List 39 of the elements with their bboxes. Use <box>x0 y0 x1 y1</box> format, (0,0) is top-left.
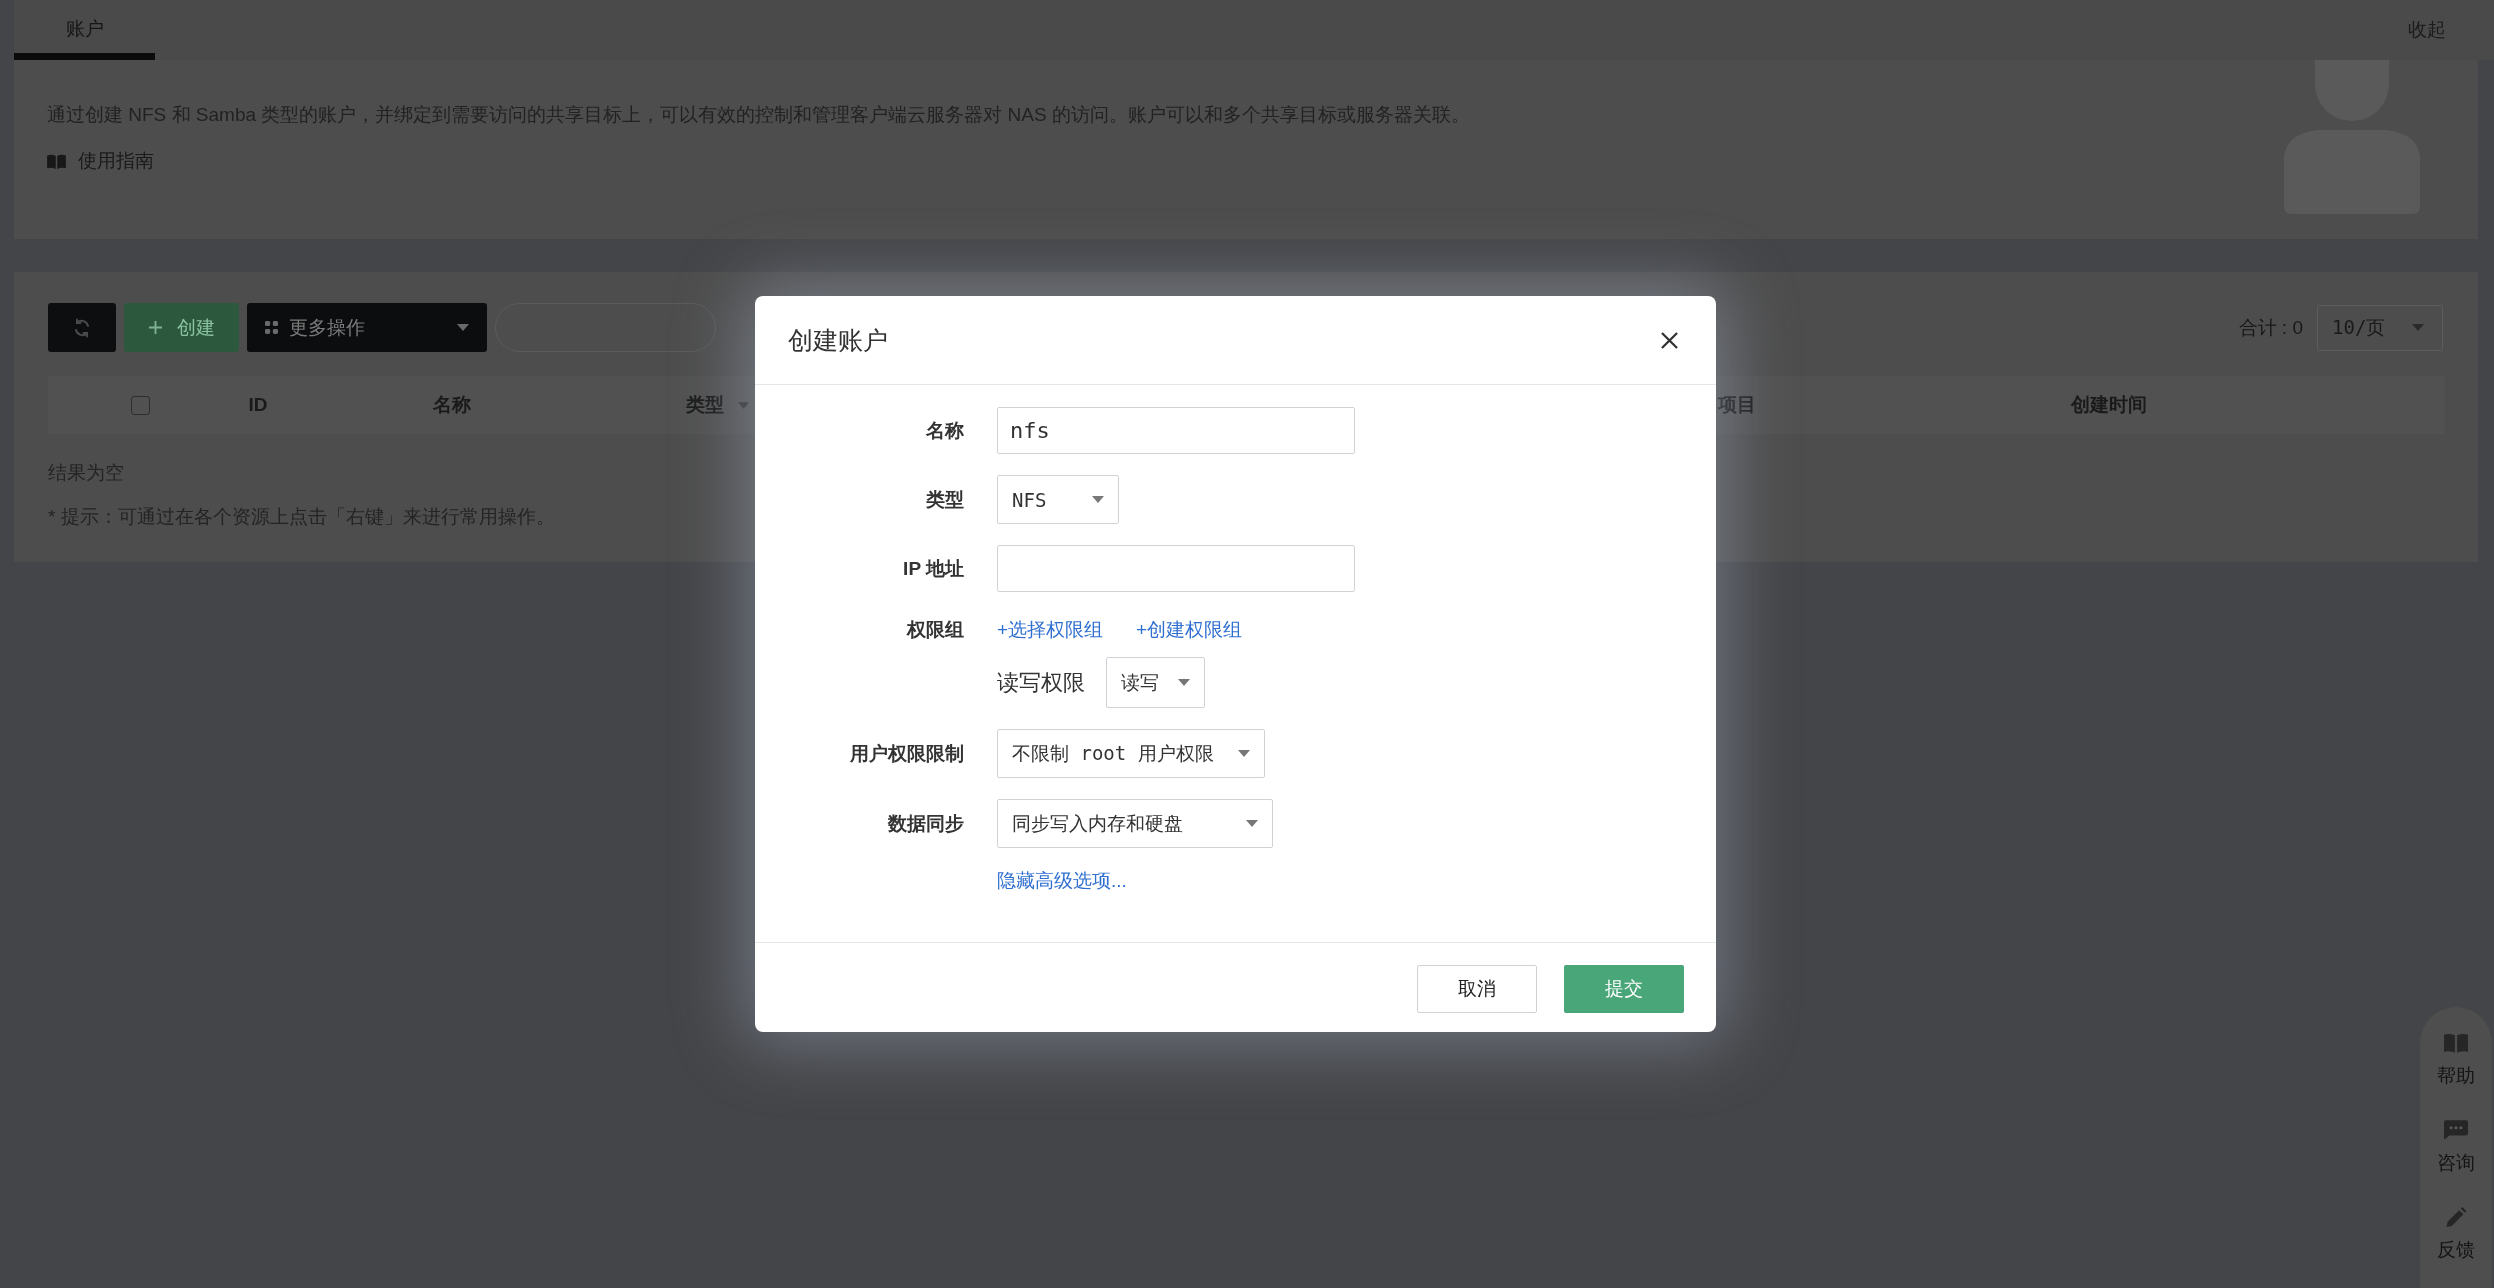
link[interactable]: +选择权限组 <box>997 617 1104 643</box>
chat-icon <box>2444 1120 2468 1140</box>
field-label: 名称 <box>926 418 964 443</box>
field-label: 类型 <box>926 487 964 512</box>
refresh-icon <box>72 317 92 338</box>
close-icon[interactable] <box>1661 331 1678 349</box>
dropdown[interactable]: NFS <box>997 475 1119 524</box>
book-icon <box>2444 1033 2468 1053</box>
link[interactable]: +创建权限组 <box>1136 617 1243 643</box>
more-actions-button[interactable]: 更多操作 <box>247 303 487 352</box>
dropdown[interactable]: 同步写入内存和硬盘 <box>997 799 1273 848</box>
caret-icon <box>1238 750 1250 757</box>
column-header: 名称 <box>433 393 471 417</box>
field-label: 权限组 <box>907 618 964 642</box>
select-all-checkbox[interactable] <box>130 395 150 415</box>
dropdown[interactable]: 读写 <box>1106 657 1205 708</box>
refresh-button[interactable] <box>48 303 116 352</box>
create-button[interactable]: 创建 <box>124 303 239 352</box>
text-input[interactable] <box>997 545 1355 592</box>
caret-icon <box>457 324 469 331</box>
book-icon <box>47 153 66 169</box>
plus-icon <box>148 320 163 335</box>
caret-icon <box>1092 496 1104 503</box>
text-input[interactable]: nfs <box>997 407 1355 454</box>
dots-grid-icon <box>265 321 278 334</box>
caret-icon[interactable] <box>737 401 749 409</box>
caret-icon <box>1178 679 1190 686</box>
cancel-button[interactable]: 取消 <box>1417 965 1537 1013</box>
field-label: 数据同步 <box>888 811 964 836</box>
submit-button[interactable]: 提交 <box>1564 965 1684 1013</box>
field-label: IP 地址 <box>903 556 964 581</box>
caret-icon <box>2412 324 2424 331</box>
field-label: 用户权限限制 <box>850 741 964 766</box>
dialog-title: 创建账户 <box>788 324 888 356</box>
field-label: 读写权限 <box>997 668 1085 697</box>
pencil-icon <box>2444 1207 2468 1227</box>
caret-icon <box>1246 820 1258 827</box>
hide-advanced-link[interactable]: 隐藏高级选项... <box>997 868 1127 894</box>
dropdown[interactable]: 不限制 root 用户权限 <box>997 729 1265 778</box>
